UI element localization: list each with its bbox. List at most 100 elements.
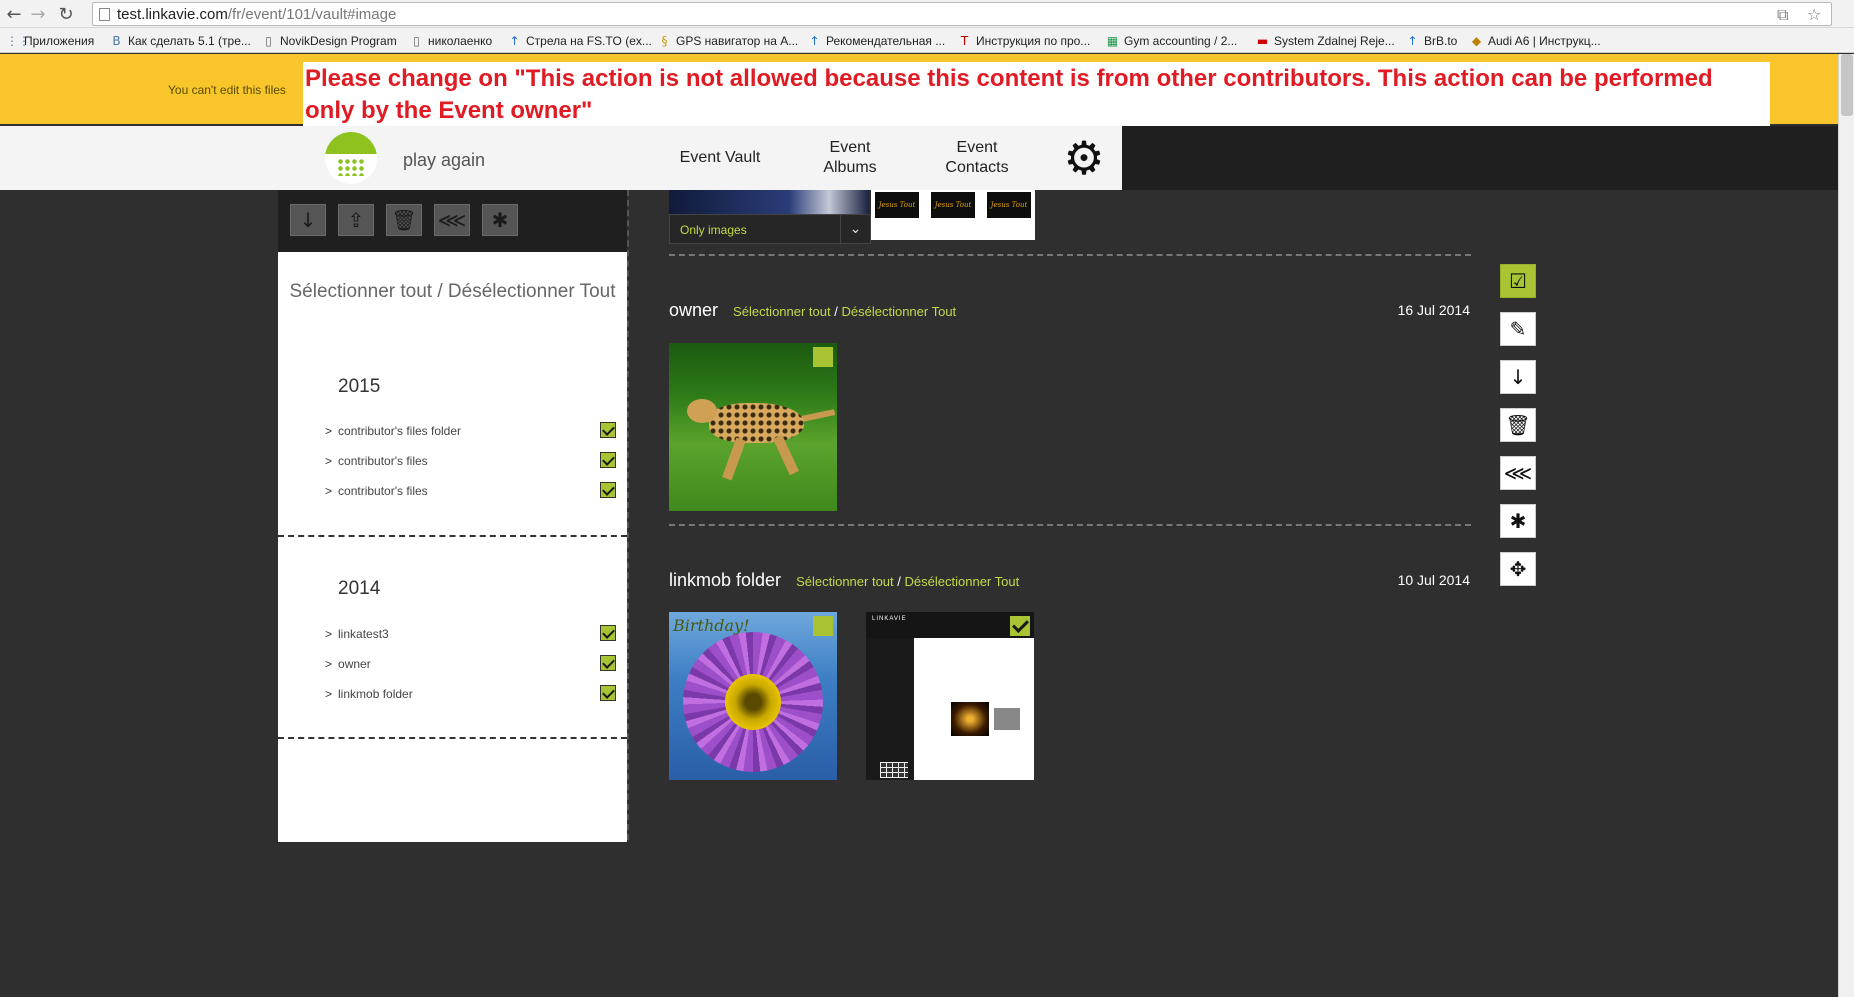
deselect-all-link[interactable]: Désélectionner Tout [842,304,957,319]
reload-icon[interactable]: ↻ [56,4,76,25]
chevron-right-icon: > [325,424,333,438]
download-icon[interactable]: ↓ [1500,360,1536,394]
bookmark-item[interactable]: § GPS навигатор на А... [658,33,799,49]
scrollbar-thumb[interactable] [1841,54,1853,116]
photo-checkbox[interactable] [1010,616,1030,636]
photo-thumbnail[interactable] [669,343,837,511]
nav-event-albums[interactable]: Event Albums [810,138,890,178]
sidebar-panel: Sélectionner tout / Désélectionner Tout … [278,252,627,842]
settings-gear-icon[interactable]: ⚙ [1060,134,1108,182]
folder-label: contributor's files folder [338,424,462,438]
photo-thumbnail[interactable]: Birthday! [669,612,837,780]
bookmark-item[interactable]: ▯ NovikDesign Program [262,33,397,49]
folder-item[interactable]: > linkmob folder [325,687,413,701]
bookmark-item[interactable]: ◆ Audi A6 | Инструкц... [1470,33,1601,49]
gear-icon[interactable]: ✱ [482,204,518,236]
image-thumbnail[interactable]: Jesus Tout [875,192,919,218]
section-divider [669,254,1471,256]
export-icon[interactable]: ⇪ [338,204,374,236]
edit-icon[interactable]: ✎ [1500,312,1536,346]
bookmark-item[interactable]: ▬ System Zdalnej Reje... [1256,33,1395,49]
chevron-right-icon: > [325,454,333,468]
bookmark-label: NovikDesign Program [280,34,397,48]
link-separator: / [897,574,901,589]
folder-checkbox[interactable] [600,482,616,498]
bookmark-item[interactable]: T Инструкция по про... [958,33,1090,49]
chevron-right-icon: > [325,687,333,701]
section-heading: linkmob folder Sélectionner tout / Désél… [669,570,1019,591]
nav-event-contacts[interactable]: Event Contacts [932,138,1022,178]
select-mode-icon[interactable]: ☑ [1500,264,1536,298]
photo-thumbnail[interactable]: LINKAVIE [866,612,1034,780]
year-heading: 2015 [338,376,381,397]
screenshot-logo: LINKAVIE [872,616,907,622]
back-icon[interactable]: ← [4,4,24,25]
page-scrollbar[interactable] [1838,54,1854,997]
chevron-down-icon[interactable]: ⌄ [840,215,870,243]
folder-item[interactable]: > linkatest3 [325,627,389,641]
logo[interactable] [325,132,377,184]
section-divider [669,524,1471,526]
move-icon[interactable]: ✥ [1500,552,1536,586]
photo-checkbox[interactable] [813,347,833,367]
url-text[interactable]: test.linkavie.com/fr/event/101/vault#ima… [117,6,396,23]
folder-checkbox[interactable] [600,625,616,641]
bookmark-label: System Zdalnej Reje... [1274,34,1395,48]
folder-item[interactable]: > contributor's files [325,484,428,498]
image-thumbnail[interactable]: Jesus Tout [931,192,975,218]
image-thumbnail[interactable]: Jesus Tout [987,192,1031,218]
image-thumbnail[interactable] [669,190,869,214]
bookmark-item[interactable]: ▦ Gym accounting / 2... [1106,33,1238,49]
divider [278,535,627,537]
select-all-link[interactable]: Sélectionner tout [796,574,894,589]
folder-item[interactable]: > owner [325,657,371,671]
trash-icon[interactable]: 🗑 [386,204,422,236]
deselect-all-link[interactable]: Désélectionner Tout [905,574,1020,589]
filter-label: Only images [680,223,747,237]
chevron-right-icon: > [325,657,333,671]
folder-checkbox[interactable] [600,452,616,468]
arrow-up-icon: ↑ [809,33,820,48]
folder-label: owner [338,657,371,671]
bookmark-item[interactable]: ↑ BrB.to [1406,33,1457,49]
link-separator: / [834,304,838,319]
bookmark-label: Приложения [24,34,95,48]
share-icon[interactable]: ⋘ [1500,456,1536,490]
forward-icon[interactable]: → [28,4,48,25]
select-all-toggle[interactable]: Sélectionner tout / Désélectionner Tout [278,276,627,308]
bookmark-item[interactable]: В Как сделать 5.1 (тре... [110,33,251,49]
bookmark-label: Рекомендательная ... [826,34,946,48]
folder-label: linkmob folder [338,687,413,701]
star-icon[interactable]: ☆ [1807,5,1821,24]
photo-checkbox[interactable] [813,616,833,636]
bookmark-item[interactable]: ▯ николаенко [410,33,492,49]
section-date: 16 Jul 2014 [1397,302,1470,318]
chevron-right-icon: > [325,484,333,498]
folder-item[interactable]: > contributor's files folder [325,424,461,438]
url-path: /fr/event/101/vault#image [227,6,397,23]
browser-toolbar: ← → ↻ test.linkavie.com/fr/event/101/vau… [0,0,1854,28]
notification-message: You can't edit this files [168,83,286,97]
select-all-link[interactable]: Sélectionner tout [733,304,831,319]
page-icon: ▯ [265,33,272,48]
folder-checkbox[interactable] [600,685,616,701]
folder-checkbox[interactable] [600,655,616,671]
brand-name[interactable]: play again [403,150,485,171]
bookmark-item[interactable]: ↑ Стрела на FS.TO (ex... [508,33,651,49]
folder-item[interactable]: > contributor's files [325,454,428,468]
bookmark-item[interactable]: ↑ Рекомендательная ... [808,33,945,49]
bookmark-apps[interactable]: ⋮⋮ Приложения [6,33,94,49]
filter-select[interactable]: Only images ⌄ [669,214,871,244]
address-bar[interactable]: test.linkavie.com/fr/event/101/vault#ima… [92,2,1832,26]
page-icon [99,8,110,21]
download-icon[interactable]: ↓ [290,204,326,236]
trash-icon[interactable]: 🗑 [1500,408,1536,442]
folder-checkbox[interactable] [600,422,616,438]
translate-icon[interactable]: ⧉ [1777,5,1788,25]
year-heading: 2014 [338,578,381,599]
header-nav: play again Event Vault Event Albums Even… [0,126,1122,190]
section-title: linkmob folder [669,570,782,590]
gear-icon[interactable]: ✱ [1500,504,1536,538]
share-icon[interactable]: ⋘ [434,204,470,236]
nav-event-vault[interactable]: Event Vault [660,148,780,168]
